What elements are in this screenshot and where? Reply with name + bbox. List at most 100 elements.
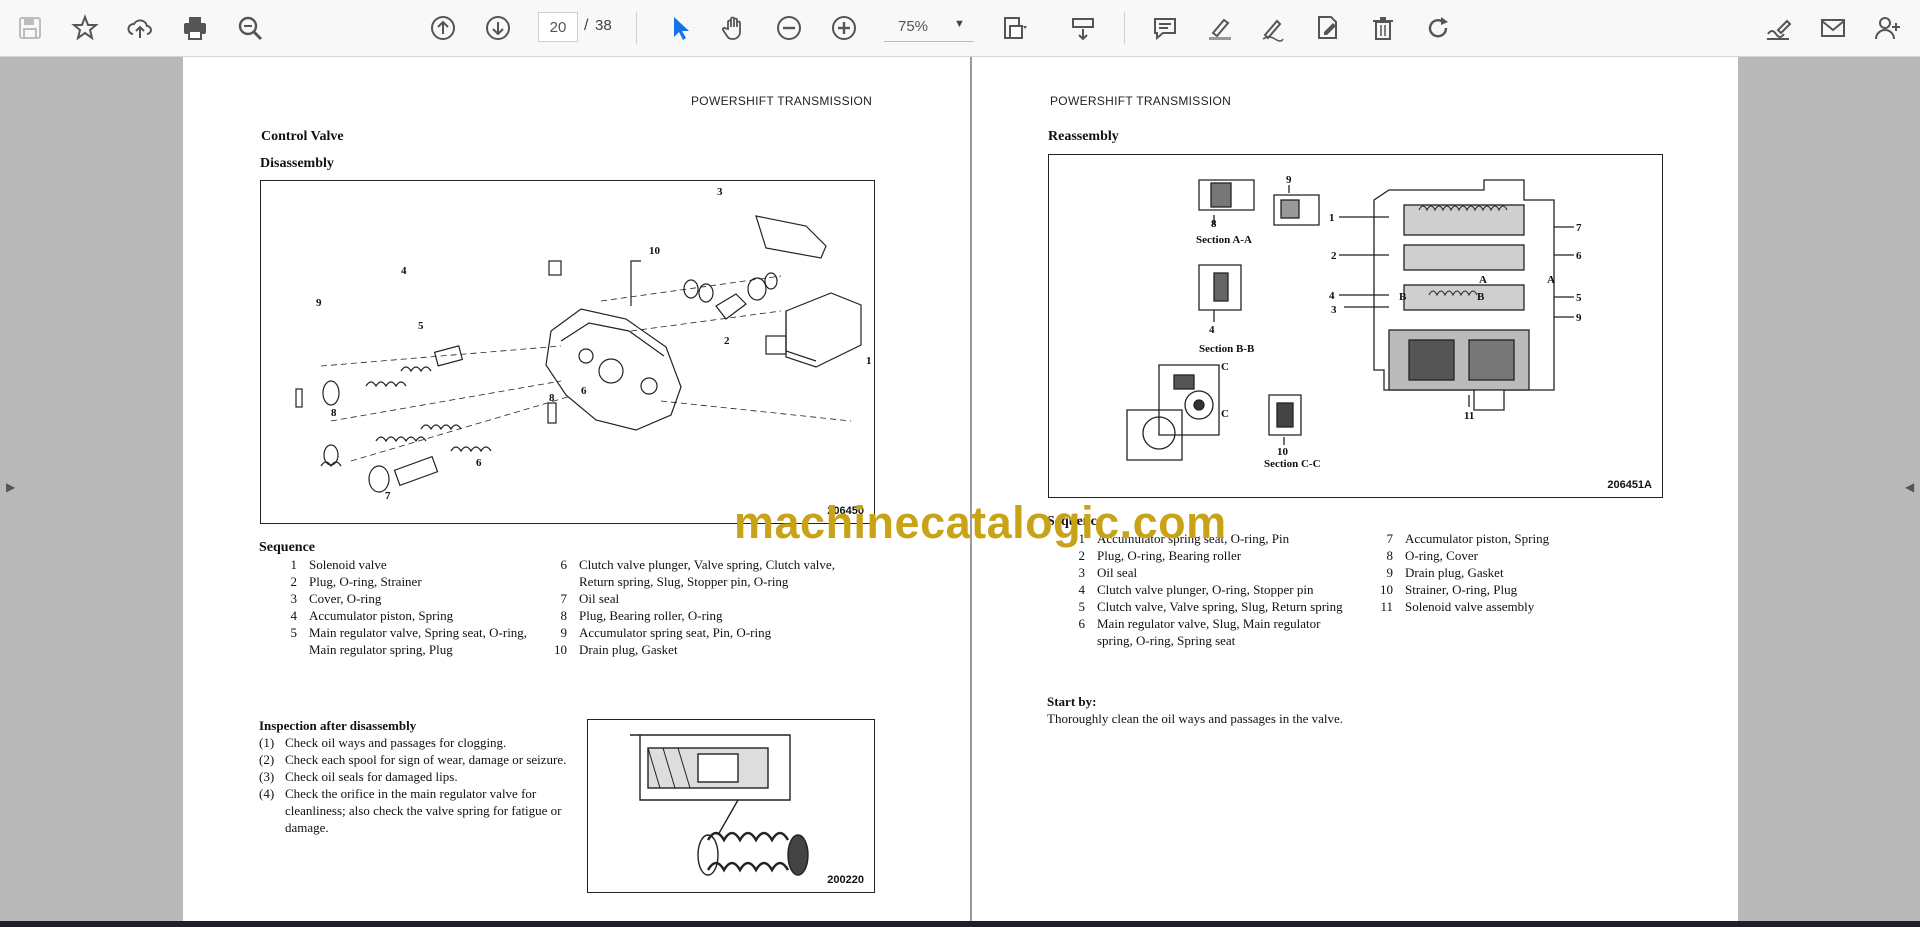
sequence-item: 6 Clutch valve plunger, Valve spring, Clu…: [529, 556, 849, 590]
highlight-icon[interactable]: [1200, 8, 1240, 48]
start-by-title: Start by:: [1047, 694, 1097, 709]
sequence-item: 4 Accumulator piston, Spring: [259, 607, 539, 624]
page-number-input[interactable]: 20: [538, 12, 578, 42]
item-number: 8: [1386, 548, 1394, 563]
page-right: POWERSHIFT TRANSMISSION Reassembly 1 2 3…: [972, 57, 1738, 921]
callout-4b: 4: [1209, 324, 1215, 336]
item-text: Clutch valve plunger, O-ring, Stopper pi…: [1097, 582, 1314, 597]
comment-icon[interactable]: [1145, 8, 1185, 48]
cloud-upload-icon[interactable]: [120, 8, 160, 48]
item-number: 3: [1078, 565, 1086, 580]
page-header: POWERSHIFT TRANSMISSION: [1050, 94, 1232, 108]
sequence-list-2: 7 Accumulator piston, Spring 8 O-ring, Cove…: [1355, 530, 1635, 615]
callout-a: A: [1479, 274, 1487, 286]
item-number: (3): [259, 769, 275, 784]
callout-a2: A: [1547, 274, 1555, 286]
sequence-item: 10 Drain plug, Gasket: [529, 641, 849, 658]
item-text: Solenoid valve assembly: [1405, 599, 1535, 614]
arrow-up-icon[interactable]: [423, 8, 463, 48]
right-panel-toggle-icon[interactable]: ◀: [1905, 480, 1914, 494]
item-text: Plug, O-ring, Bearing roller: [1097, 548, 1242, 563]
save-icon[interactable]: [10, 8, 50, 48]
exploded-view-diagram: 1 2 3 4 5 6 7 8 9 10 6 8: [295, 186, 872, 502]
start-by-text: Thoroughly clean the oil ways and passag…: [1047, 711, 1344, 726]
page-total: 38: [595, 17, 612, 34]
fill-sign-icon[interactable]: [1758, 8, 1798, 48]
document-viewer[interactable]: POWERSHIFT TRANSMISSION Control Valve Di…: [22, 57, 1898, 921]
inspection-item: (4) Check the orifice in the main regulat…: [259, 785, 569, 836]
item-text: Check oil seals for damaged lips.: [285, 769, 458, 784]
reassembly-figure: 1 2 3 4 4 5 6 7 8 9 9 10 11 A A B B C C …: [1048, 154, 1663, 498]
subsection-title: Disassembly: [260, 156, 334, 171]
item-text: Oil seal: [579, 591, 620, 606]
item-number: 6: [560, 557, 568, 572]
item-text: O-ring, Cover: [1405, 548, 1478, 563]
arrow-down-icon[interactable]: [478, 8, 518, 48]
sequence-item: 2 Plug, O-ring, Bearing roller: [1047, 547, 1347, 564]
page-fit-icon[interactable]: [994, 8, 1034, 48]
page-header: POWERSHIFT TRANSMISSION: [691, 94, 873, 108]
add-user-icon[interactable]: [1868, 8, 1908, 48]
item-number: 2: [1078, 548, 1086, 563]
toolbar-divider: [1124, 12, 1125, 44]
spool-section-diagram: [630, 734, 809, 876]
zoom-in-icon[interactable]: [824, 8, 864, 48]
item-number: 7: [560, 591, 568, 606]
callout-9: 9: [316, 297, 322, 309]
item-text: Accumulator piston, Spring: [309, 608, 454, 623]
callout-b: B: [1399, 291, 1407, 303]
cursor-icon[interactable]: [660, 8, 700, 48]
sequence-item: 7 Oil seal: [529, 590, 849, 607]
item-number: 11: [1380, 599, 1393, 614]
callout-5: 5: [418, 320, 424, 332]
delete-icon[interactable]: [1363, 8, 1403, 48]
item-text: Check oil ways and passages for clogging…: [285, 735, 507, 750]
section-title: Reassembly: [1048, 129, 1119, 144]
callout-8b: 8: [549, 392, 555, 404]
callout-10: 10: [649, 245, 661, 257]
callout-7: 7: [1576, 222, 1582, 234]
item-number: 9: [1386, 565, 1394, 580]
star-icon[interactable]: [65, 8, 105, 48]
item-number: 10: [1380, 582, 1393, 597]
item-number: 7: [1386, 531, 1394, 546]
callout-9b: 9: [1576, 312, 1582, 324]
scroll-mode-icon[interactable]: [1063, 8, 1103, 48]
item-text: Main regulator valve, Spring seat, O-rin…: [309, 625, 528, 657]
figure-code: 206451A: [1607, 479, 1652, 491]
callout-3: 3: [1331, 304, 1337, 316]
sequence-item: 9 Drain plug, Gasket: [1355, 564, 1635, 581]
small-figure-code: 200220: [827, 874, 864, 886]
toolbar: 20 / 38 75% ▼: [0, 0, 1920, 57]
rotate-icon[interactable]: [1418, 8, 1458, 48]
edit-pdf-icon[interactable]: [1308, 8, 1348, 48]
sequence-item: 8 O-ring, Cover: [1355, 547, 1635, 564]
sequence-item: 9 Accumulator spring seat, Pin, O-ring: [529, 624, 849, 641]
draw-icon[interactable]: [1253, 8, 1293, 48]
section-title: Control Valve: [261, 129, 344, 144]
item-number: 4: [1078, 582, 1086, 597]
hand-icon[interactable]: [714, 8, 754, 48]
sequence-item: 2 Plug, O-ring, Strainer: [259, 573, 539, 590]
section-b-label: Section B-B: [1199, 343, 1255, 355]
callout-6b: 6: [581, 385, 587, 397]
chevron-down-icon[interactable]: ▼: [954, 18, 965, 30]
callout-2: 2: [1331, 250, 1337, 262]
sequence-item: 1 Solenoid valve: [259, 556, 539, 573]
mail-icon[interactable]: [1813, 8, 1853, 48]
print-icon[interactable]: [175, 8, 215, 48]
item-text: Cover, O-ring: [309, 591, 382, 606]
left-panel-toggle-icon[interactable]: ▶: [6, 480, 15, 494]
sequence-item: 3 Oil seal: [1047, 564, 1347, 581]
zoom-out-icon[interactable]: [769, 8, 809, 48]
item-number: 4: [290, 608, 298, 623]
section-c-label: Section C-C: [1264, 458, 1321, 470]
sequence-item: 10 Strainer, O-ring, Plug: [1355, 581, 1635, 598]
callout-1: 1: [866, 355, 872, 367]
item-number: 10: [554, 642, 567, 657]
zoom-search-icon[interactable]: [230, 8, 270, 48]
item-text: Check each spool for sign of wear, damag…: [285, 752, 567, 767]
callout-6: 6: [1576, 250, 1582, 262]
item-number: 5: [290, 625, 298, 640]
item-number: (4): [259, 786, 275, 801]
